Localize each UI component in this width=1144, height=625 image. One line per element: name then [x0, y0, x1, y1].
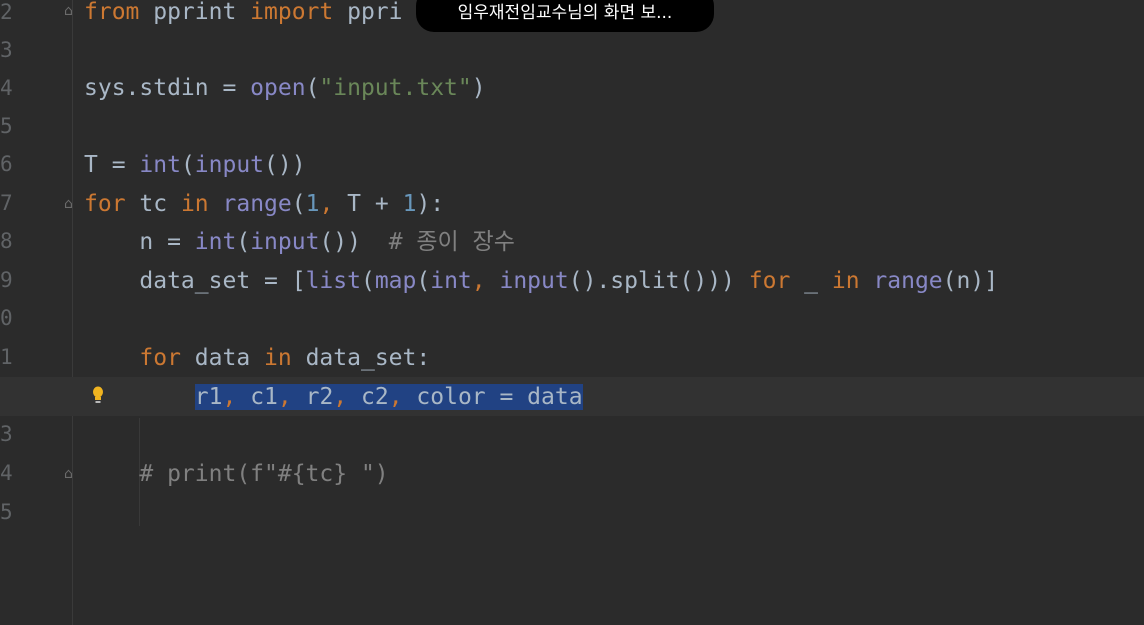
screen-share-banner[interactable]: 임우재전임교수님의 화면 보...	[416, 0, 714, 32]
punctuation: ,	[471, 268, 486, 294]
code-text: ())	[319, 229, 389, 255]
builtin: int	[194, 229, 237, 255]
line-number-gutter: 2 3 4 5 6 7 8 9 0 1 2 3 4 5	[0, 0, 73, 625]
punctuation: ,	[333, 384, 348, 410]
code-text: T =	[84, 152, 140, 178]
builtin: input	[194, 152, 265, 178]
code-text: c1	[236, 384, 278, 410]
code-text: r2	[291, 384, 334, 410]
keyword: in	[264, 345, 292, 371]
fold-marker-icon[interactable]: ⌂	[64, 4, 78, 18]
code-text: (	[291, 191, 306, 217]
code-line-11[interactable]: for data in data_set:	[84, 339, 430, 377]
builtin: open	[250, 75, 306, 101]
line-number: 1	[0, 345, 13, 369]
line-number: 5	[0, 114, 13, 138]
code-text: _	[790, 268, 832, 294]
line-number: 3	[0, 422, 13, 446]
builtin: int	[139, 152, 181, 178]
fold-marker-icon[interactable]: ⌂	[64, 197, 78, 211]
line-number: 8	[0, 229, 13, 253]
code-text: color = data	[402, 384, 583, 410]
code-line-2[interactable]: from pprint import ppri	[84, 0, 403, 31]
code-text: (	[305, 75, 320, 101]
code-line-7[interactable]: for tc in range(1, T + 1):	[84, 185, 444, 223]
code-text: ppri	[333, 0, 403, 25]
line-number: 0	[0, 306, 13, 330]
keyword: for	[139, 345, 181, 371]
keyword: in	[180, 191, 209, 217]
code-text: tc	[125, 191, 181, 217]
code-text: T +	[333, 191, 403, 217]
code-line-8[interactable]: n = int(input()) # 종이 장수	[84, 223, 515, 261]
screen-share-banner-label: 임우재전임교수님의 화면 보...	[457, 3, 673, 23]
code-line-14[interactable]: # print(f"#{tc} ")	[84, 455, 389, 493]
builtin: range	[873, 268, 943, 294]
keyword: from	[84, 0, 140, 25]
code-text: data_set = [	[139, 268, 306, 294]
code-text: ())	[264, 152, 306, 178]
builtin: input	[250, 229, 320, 255]
selected-text[interactable]: r1, c1, r2, c2, color = data	[194, 384, 583, 410]
code-line-6[interactable]: T = int(input())	[84, 146, 306, 184]
code-text: (n)]	[942, 268, 999, 294]
keyword: for	[748, 268, 791, 294]
keyword: in	[831, 268, 860, 294]
code-text: ):	[416, 191, 445, 217]
code-text: data	[180, 345, 265, 371]
code-text: r1	[194, 384, 223, 410]
punctuation: ,	[388, 384, 403, 410]
line-number: 7	[0, 191, 13, 215]
punctuation: ,	[222, 384, 237, 410]
punctuation: ,	[277, 384, 292, 410]
code-text: (	[236, 229, 251, 255]
keyword: import	[250, 0, 334, 25]
fold-marker-icon[interactable]: ⌂	[64, 467, 78, 481]
code-line-9[interactable]: data_set = [list(map(int, input().split(…	[84, 262, 998, 300]
line-number: 9	[0, 268, 13, 292]
code-text: (	[360, 268, 375, 294]
code-editor[interactable]: 2 3 4 5 6 7 8 9 0 1 2 3 4 5 ⌂ ⌂ ⌂ from p…	[0, 0, 1144, 625]
code-text: sys.stdin =	[84, 75, 251, 101]
line-number: 4	[0, 76, 13, 100]
string-literal: "input.txt"	[319, 75, 472, 101]
comment: # 종이 장수	[388, 229, 515, 255]
punctuation: ,	[319, 191, 334, 217]
code-text: n =	[139, 229, 195, 255]
comment: # print(f"#{tc} ")	[139, 461, 389, 487]
code-line-4[interactable]: sys.stdin = open("input.txt")	[84, 69, 486, 107]
code-text: data_set:	[291, 345, 431, 371]
builtin: list	[305, 268, 361, 294]
code-text: (	[416, 268, 431, 294]
builtin: input	[499, 268, 569, 294]
code-text: pprint	[139, 0, 251, 25]
number-literal: 1	[402, 191, 417, 217]
builtin: range	[222, 191, 292, 217]
code-line-12[interactable]: r1, c1, r2, c2, color = data	[84, 378, 583, 416]
line-number: 3	[0, 38, 13, 62]
builtin: map	[374, 268, 417, 294]
line-number: 4	[0, 461, 13, 485]
code-text: c2	[347, 384, 389, 410]
line-number: 2	[0, 0, 13, 24]
code-text: )	[471, 75, 486, 101]
builtin: int	[430, 268, 472, 294]
code-text: ().split()))	[568, 268, 749, 294]
line-number: 6	[0, 152, 13, 176]
keyword: for	[84, 191, 126, 217]
line-number: 5	[0, 500, 13, 524]
code-text: (	[180, 152, 195, 178]
number-literal: 1	[305, 191, 320, 217]
